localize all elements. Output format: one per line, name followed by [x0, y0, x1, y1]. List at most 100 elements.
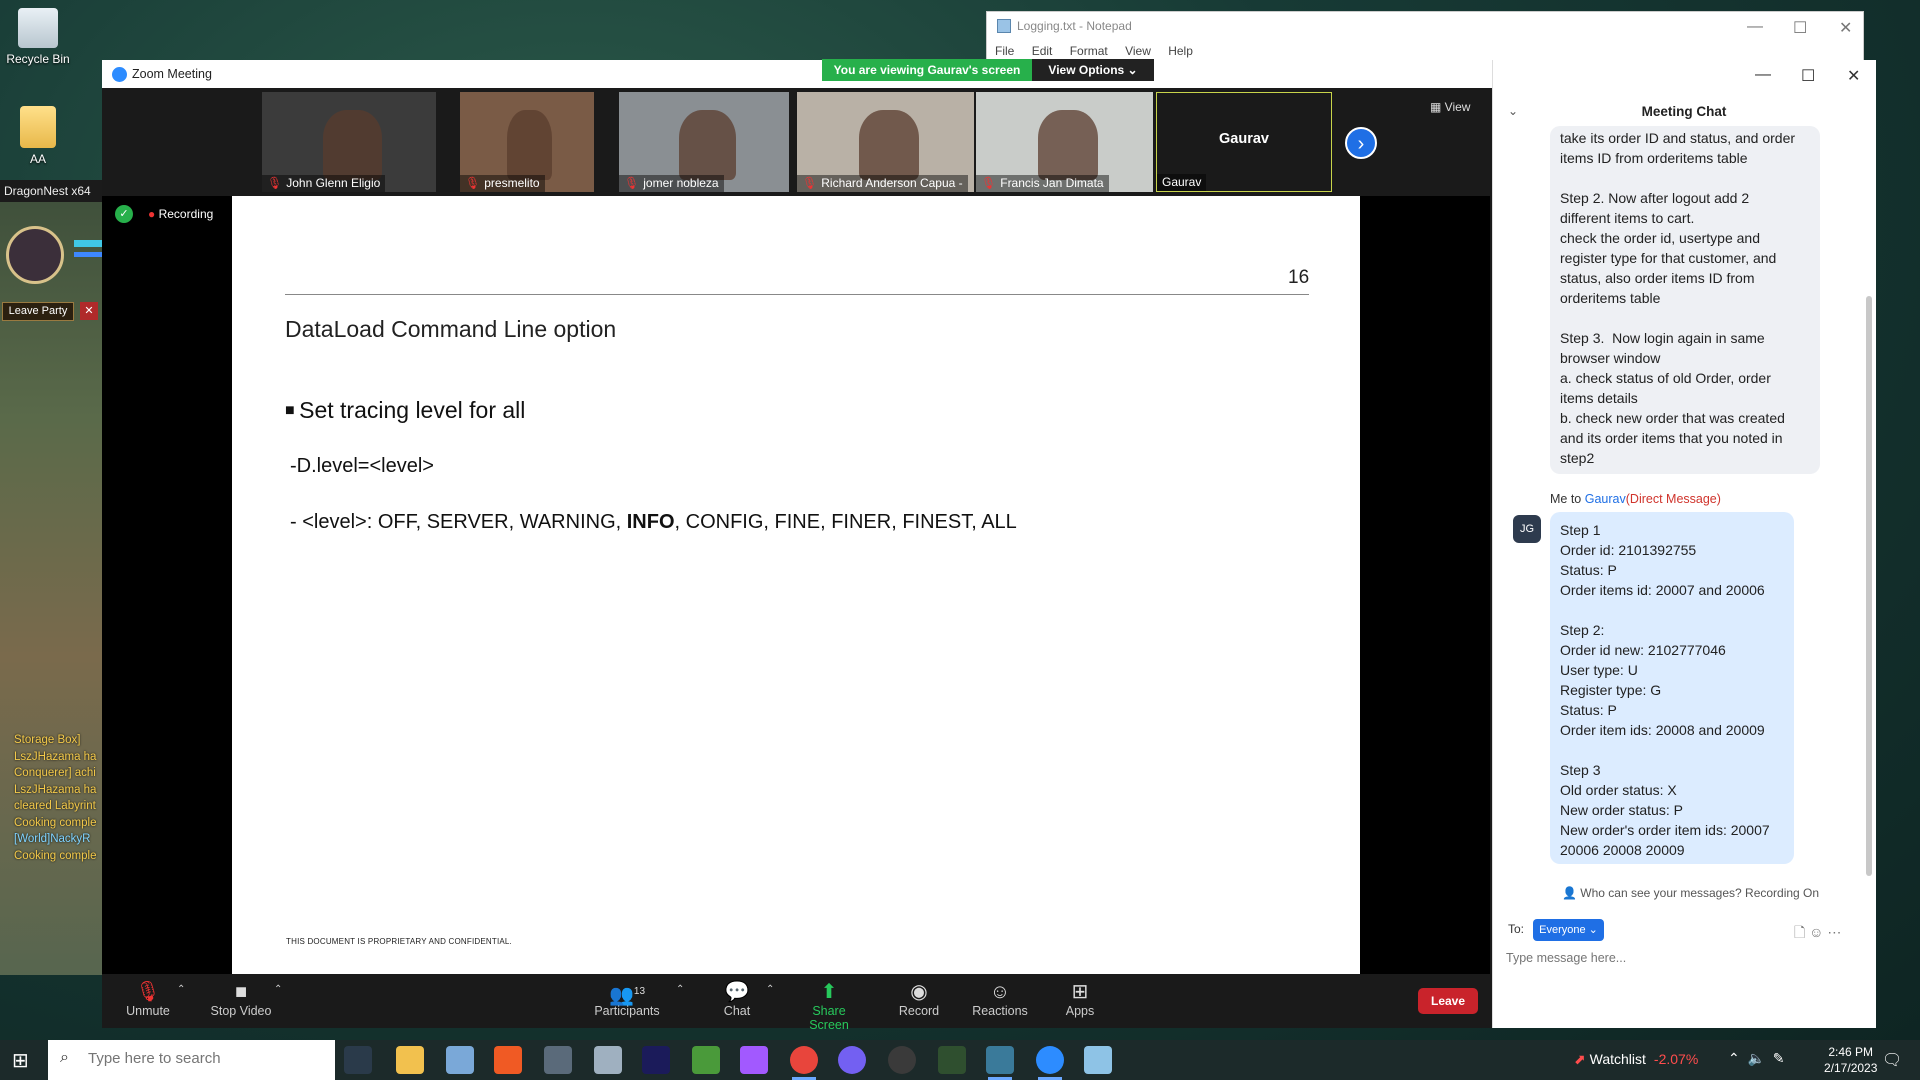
- to-label: To:: [1508, 922, 1525, 936]
- windows-start-icon[interactable]: ⊞: [12, 1048, 29, 1073]
- app-icon[interactable]: [986, 1046, 1014, 1080]
- maximize-icon[interactable]: ☐: [1793, 18, 1807, 38]
- speaker-icon[interactable]: 🔈: [1748, 1050, 1765, 1066]
- pen-icon[interactable]: ✎: [1773, 1050, 1785, 1066]
- game-launcher-icon[interactable]: [938, 1046, 966, 1074]
- notepad-plus-icon[interactable]: [692, 1046, 720, 1074]
- taskbar-search[interactable]: ⌕: [48, 1040, 335, 1080]
- app-icon[interactable]: [594, 1046, 622, 1074]
- close-party-icon[interactable]: ✕: [80, 302, 98, 320]
- notepad-menu-edit[interactable]: Edit: [1032, 44, 1053, 58]
- recycle-bin-icon: [18, 8, 58, 48]
- chat-caret-icon[interactable]: ⌃: [766, 984, 774, 995]
- watchlist-change: -2.07%: [1653, 1051, 1699, 1067]
- participant-tile[interactable]: 🎙 Francis Jan Dimata: [976, 92, 1153, 192]
- smiley-plus-icon: ☺: [989, 981, 1011, 1003]
- record-label: Record: [898, 1004, 940, 1018]
- notepad-taskbar-icon[interactable]: [1084, 1046, 1112, 1074]
- maximize-icon[interactable]: ☐: [1801, 66, 1815, 86]
- desktop-icon-aa[interactable]: AA: [0, 106, 76, 166]
- file-icon[interactable]: 🗋: [1794, 924, 1805, 940]
- view-options-button[interactable]: View Options ⌄: [1032, 59, 1154, 81]
- participants-button[interactable]: 👥13 Participants: [592, 980, 662, 1018]
- participant-video: [678, 110, 737, 180]
- notepad-menu-file[interactable]: File: [995, 44, 1014, 58]
- recording-indicator[interactable]: ● Recording: [148, 207, 213, 221]
- video-options-caret-icon[interactable]: ⌃: [274, 984, 282, 995]
- taskbar-search-input[interactable]: [86, 1049, 250, 1068]
- stop-video-button[interactable]: ■ Stop Video: [206, 980, 276, 1018]
- participant-tile[interactable]: 🎙 jomer nobleza: [619, 92, 789, 192]
- desktop-icon-label: Recycle Bin: [6, 52, 70, 66]
- slide-line-levels: - <level>: OFF, SERVER, WARNING, INFO, C…: [290, 511, 1017, 534]
- microphone-muted-icon: 🎙: [802, 176, 818, 190]
- task-view-icon[interactable]: [344, 1046, 372, 1074]
- notepad-menu-view[interactable]: View: [1125, 44, 1151, 58]
- app-icon[interactable]: [446, 1046, 474, 1074]
- chat-message-input[interactable]: [1504, 946, 1808, 970]
- obs-icon[interactable]: [888, 1046, 916, 1074]
- notepad-menu-help[interactable]: Help: [1168, 44, 1193, 58]
- system-clock[interactable]: 2:46 PM 2/17/2023: [1824, 1044, 1877, 1076]
- intellij-icon[interactable]: [642, 1046, 670, 1074]
- chrome-icon[interactable]: [790, 1046, 818, 1080]
- video-camera-icon: ■: [234, 981, 248, 1003]
- game-chat-line: cleared Labyrint: [14, 800, 96, 812]
- chat-button[interactable]: 💬 Chat: [702, 980, 772, 1018]
- file-explorer-icon[interactable]: [396, 1046, 424, 1074]
- participant-tile[interactable]: 🎙 Richard Anderson Capua -: [797, 92, 974, 192]
- unmute-label: Unmute: [126, 1004, 170, 1018]
- more-icon[interactable]: ⋯: [1827, 924, 1841, 940]
- view-button[interactable]: ▦ View: [1430, 100, 1470, 114]
- security-shield-icon[interactable]: ✓: [115, 205, 133, 223]
- watchlist-widget[interactable]: ⬈ Watchlist -2.07%: [1574, 1051, 1698, 1068]
- sent-message: Step 1 Order id: 2101392755 Status: P Or…: [1550, 512, 1794, 864]
- apps-button[interactable]: ⊞ Apps: [1045, 980, 1115, 1018]
- participant-name-tag: 🎙 jomer nobleza: [619, 175, 724, 192]
- microphone-muted-icon: 🎙: [267, 176, 283, 190]
- unmute-button[interactable]: 🎙 Unmute: [113, 980, 183, 1018]
- stock-trend-icon: ⬈: [1574, 1051, 1590, 1067]
- view-button-label: View: [1444, 100, 1471, 114]
- dm-recipient[interactable]: Gaurav: [1585, 492, 1626, 506]
- figma-icon[interactable]: [740, 1046, 768, 1074]
- brave-browser-icon[interactable]: [494, 1046, 522, 1074]
- viewing-screen-banner: You are viewing Gaurav's screen: [822, 59, 1032, 81]
- share-screen-button[interactable]: ⬆ Share Screen: [794, 980, 864, 1032]
- recipient-select[interactable]: Everyone ⌄: [1533, 919, 1604, 941]
- zoom-taskbar-icon[interactable]: [1036, 1046, 1064, 1080]
- minimize-icon[interactable]: —: [1755, 66, 1771, 84]
- participant-name: Gaurav: [1162, 175, 1202, 189]
- minimize-icon[interactable]: —: [1747, 18, 1763, 36]
- levels-text-bold: INFO: [626, 511, 675, 533]
- notepad-menu-format[interactable]: Format: [1070, 44, 1108, 58]
- game-chat-line: Storage Box]: [14, 734, 81, 746]
- participants-label: Participants: [594, 1004, 660, 1018]
- stop-video-label: Stop Video: [210, 1004, 272, 1018]
- chevron-up-icon[interactable]: ⌃: [1728, 1050, 1740, 1066]
- hp-bar: [74, 240, 104, 247]
- participant-name: Richard Anderson Capua -: [821, 176, 963, 190]
- participant-tile[interactable]: 🎙 John Glenn Eligio: [262, 92, 436, 192]
- desktop-icon-recycle-bin[interactable]: Recycle Bin: [0, 8, 76, 66]
- leave-party-button[interactable]: Leave Party: [2, 302, 74, 321]
- reactions-button[interactable]: ☺ Reactions: [965, 980, 1035, 1018]
- notifications-icon[interactable]: 🗨: [1882, 1050, 1902, 1070]
- message-visibility-note[interactable]: 👤 Who can see your messages? Recording O…: [1562, 886, 1819, 900]
- app-icon[interactable]: [544, 1046, 572, 1074]
- close-icon[interactable]: ✕: [1847, 66, 1860, 86]
- audio-options-caret-icon[interactable]: ⌃: [177, 984, 185, 995]
- record-button[interactable]: ◉ Record: [884, 980, 954, 1018]
- viber-icon[interactable]: [838, 1046, 866, 1074]
- emoji-icon[interactable]: ☺: [1809, 924, 1823, 940]
- participant-tile[interactable]: 🎙 presmelito: [460, 92, 594, 192]
- chat-input-actions: 🗋 ☺ ⋯: [1794, 922, 1841, 946]
- leave-meeting-button[interactable]: Leave: [1418, 988, 1478, 1014]
- next-page-icon[interactable]: ›: [1345, 127, 1377, 159]
- participant-tile[interactable]: Gaurav Gaurav: [1156, 92, 1332, 192]
- chat-scrollbar[interactable]: [1866, 296, 1872, 876]
- game-chat-line: LszJHazama ha: [14, 783, 97, 796]
- grid-icon: ▦: [1430, 100, 1445, 114]
- participants-caret-icon[interactable]: ⌃: [676, 984, 684, 995]
- close-icon[interactable]: ✕: [1839, 18, 1852, 38]
